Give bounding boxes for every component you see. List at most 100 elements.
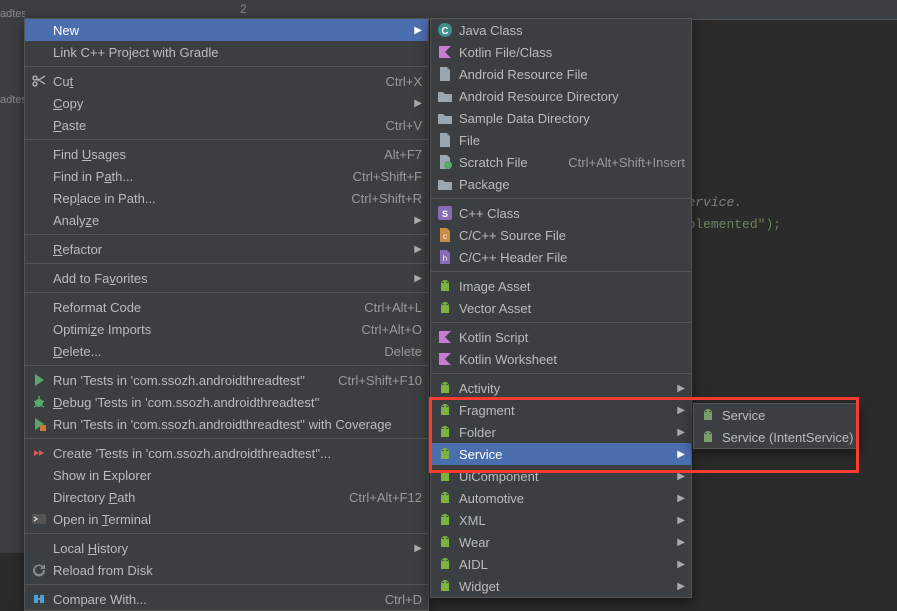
menu-item-kotlin-script[interactable]: Kotlin Script bbox=[431, 326, 691, 348]
menu-shortcut: Ctrl+Alt+F12 bbox=[329, 490, 422, 505]
menu-item-delete[interactable]: Delete...Delete bbox=[25, 340, 428, 362]
menu-item-find-in-path[interactable]: Find in Path...Ctrl+Shift+F bbox=[25, 165, 428, 187]
menu-separator bbox=[431, 322, 691, 323]
menu-item-copy[interactable]: Copy▶ bbox=[25, 92, 428, 114]
svg-text:C: C bbox=[441, 26, 448, 37]
menu-item-new[interactable]: New▶ bbox=[25, 19, 428, 41]
menu-label: C++ Class bbox=[455, 206, 685, 221]
menu-item-open-terminal[interactable]: Open in Terminal bbox=[25, 508, 428, 530]
cpp-h-icon: h bbox=[435, 249, 455, 265]
menu-label: Debug 'Tests in 'com.ssozh.androidthread… bbox=[49, 395, 422, 410]
menu-item-refactor[interactable]: Refactor▶ bbox=[25, 238, 428, 260]
menu-label: Replace in Path... bbox=[49, 191, 331, 206]
menu-item-new-intent-service[interactable]: Service (IntentService) bbox=[694, 426, 858, 448]
menu-label: Reload from Disk bbox=[49, 563, 422, 578]
service-submenu[interactable]: ServiceService (IntentService) bbox=[693, 403, 859, 449]
menu-item-xml[interactable]: XML▶ bbox=[431, 509, 691, 531]
menu-label: Link C++ Project with Gradle bbox=[49, 45, 422, 60]
svg-text:S: S bbox=[442, 209, 448, 219]
menu-item-link-cpp[interactable]: Link C++ Project with Gradle bbox=[25, 41, 428, 63]
menu-item-cut[interactable]: CutCtrl+X bbox=[25, 70, 428, 92]
menu-item-compare-with[interactable]: Compare With...Ctrl+D bbox=[25, 588, 428, 610]
blank-icon bbox=[29, 299, 49, 315]
menu-item-automotive[interactable]: Automotive▶ bbox=[431, 487, 691, 509]
menu-shortcut: Ctrl+Alt+O bbox=[341, 322, 422, 337]
menu-label: Open in Terminal bbox=[49, 512, 422, 527]
menu-item-sample-data[interactable]: Sample Data Directory bbox=[431, 107, 691, 129]
submenu-arrow-icon: ▶ bbox=[673, 405, 685, 416]
menu-item-activity[interactable]: Activity▶ bbox=[431, 377, 691, 399]
submenu-arrow-icon: ▶ bbox=[673, 559, 685, 570]
menu-item-reformat[interactable]: Reformat CodeCtrl+Alt+L bbox=[25, 296, 428, 318]
menu-item-vector-asset[interactable]: Vector Asset bbox=[431, 297, 691, 319]
menu-separator bbox=[431, 198, 691, 199]
android-icon bbox=[435, 278, 455, 294]
menu-separator bbox=[25, 365, 428, 366]
menu-item-image-asset[interactable]: Image Asset bbox=[431, 275, 691, 297]
menu-item-show-explorer[interactable]: Show in Explorer bbox=[25, 464, 428, 486]
menu-item-widget[interactable]: Widget▶ bbox=[431, 575, 691, 597]
submenu-arrow-icon: ▶ bbox=[673, 383, 685, 394]
menu-item-package[interactable]: Package bbox=[431, 173, 691, 195]
menu-label: C/C++ Header File bbox=[455, 250, 685, 265]
menu-item-android-res-dir[interactable]: Android Resource Directory bbox=[431, 85, 691, 107]
menu-item-favorites[interactable]: Add to Favorites▶ bbox=[25, 267, 428, 289]
android-icon bbox=[435, 534, 455, 550]
menu-item-folder-sub[interactable]: Folder▶ bbox=[431, 421, 691, 443]
submenu-arrow-icon: ▶ bbox=[673, 515, 685, 526]
menu-item-paste[interactable]: PasteCtrl+V bbox=[25, 114, 428, 136]
submenu-arrow-icon: ▶ bbox=[673, 449, 685, 460]
submenu-arrow-icon: ▶ bbox=[673, 427, 685, 438]
menu-item-directory-path[interactable]: Directory PathCtrl+Alt+F12 bbox=[25, 486, 428, 508]
menu-item-debug-tests[interactable]: Debug 'Tests in 'com.ssozh.androidthread… bbox=[25, 391, 428, 413]
menu-label: Create 'Tests in 'com.ssozh.androidthrea… bbox=[49, 446, 422, 461]
menu-item-run-coverage[interactable]: Run 'Tests in 'com.ssozh.androidthreadte… bbox=[25, 413, 428, 435]
menu-item-android-res-file[interactable]: Android Resource File bbox=[431, 63, 691, 85]
menu-label: Kotlin Worksheet bbox=[455, 352, 685, 367]
menu-separator bbox=[25, 438, 428, 439]
blank-icon bbox=[29, 270, 49, 286]
menu-label: UiComponent bbox=[455, 469, 673, 484]
context-menu[interactable]: New▶ Link C++ Project with Gradle CutCtrl+… bbox=[24, 18, 429, 611]
menu-item-aidl[interactable]: AIDL▶ bbox=[431, 553, 691, 575]
menu-item-scratch-file[interactable]: Scratch FileCtrl+Alt+Shift+Insert bbox=[431, 151, 691, 173]
red-arrows-icon bbox=[29, 445, 49, 461]
blank-icon bbox=[29, 241, 49, 257]
menu-label: Kotlin Script bbox=[455, 330, 685, 345]
menu-item-local-history[interactable]: Local History▶ bbox=[25, 537, 428, 559]
menu-label: Find Usages bbox=[49, 147, 364, 162]
menu-item-fragment[interactable]: Fragment▶ bbox=[431, 399, 691, 421]
menu-item-java-class[interactable]: C Java Class bbox=[431, 19, 691, 41]
menu-item-new-service[interactable]: Service bbox=[694, 404, 858, 426]
menu-shortcut: Ctrl+Alt+L bbox=[344, 300, 422, 315]
svg-text:c: c bbox=[443, 232, 447, 241]
menu-item-create-tests[interactable]: Create 'Tests in 'com.ssozh.androidthrea… bbox=[25, 442, 428, 464]
menu-item-service[interactable]: Service▶ bbox=[431, 443, 691, 465]
menu-item-kotlin-file[interactable]: Kotlin File/Class bbox=[431, 41, 691, 63]
menu-item-replace-in-path[interactable]: Replace in Path...Ctrl+Shift+R bbox=[25, 187, 428, 209]
menu-item-run-tests[interactable]: Run 'Tests in 'com.ssozh.androidthreadte… bbox=[25, 369, 428, 391]
menu-separator bbox=[25, 292, 428, 293]
menu-item-reload[interactable]: Reload from Disk bbox=[25, 559, 428, 581]
android-icon bbox=[435, 424, 455, 440]
menu-item-cpp-header[interactable]: hC/C++ Header File bbox=[431, 246, 691, 268]
menu-item-kotlin-worksheet[interactable]: Kotlin Worksheet bbox=[431, 348, 691, 370]
submenu-arrow-icon: ▶ bbox=[673, 471, 685, 482]
new-submenu[interactable]: CJava ClassKotlin File/ClassAndroid Reso… bbox=[430, 18, 692, 598]
menu-item-cpp-source[interactable]: cC/C++ Source File bbox=[431, 224, 691, 246]
menu-item-cpp-class[interactable]: S C++ Class bbox=[431, 202, 691, 224]
reload-icon bbox=[29, 562, 49, 578]
menu-item-analyze[interactable]: Analyze▶ bbox=[25, 209, 428, 231]
menu-item-uicomponent[interactable]: UiComponent▶ bbox=[431, 465, 691, 487]
blank-icon bbox=[29, 321, 49, 337]
menu-label: XML bbox=[455, 513, 673, 528]
menu-item-wear[interactable]: Wear▶ bbox=[431, 531, 691, 553]
menu-label: Java Class bbox=[455, 23, 685, 38]
gutter-text: adtes bbox=[0, 94, 25, 106]
menu-label: Analyze bbox=[49, 213, 410, 228]
menu-item-optimize-imports[interactable]: Optimize ImportsCtrl+Alt+O bbox=[25, 318, 428, 340]
menu-label: Show in Explorer bbox=[49, 468, 422, 483]
menu-item-file[interactable]: File bbox=[431, 129, 691, 151]
menu-item-find-usages[interactable]: Find UsagesAlt+F7 bbox=[25, 143, 428, 165]
menu-shortcut: Delete bbox=[364, 344, 422, 359]
